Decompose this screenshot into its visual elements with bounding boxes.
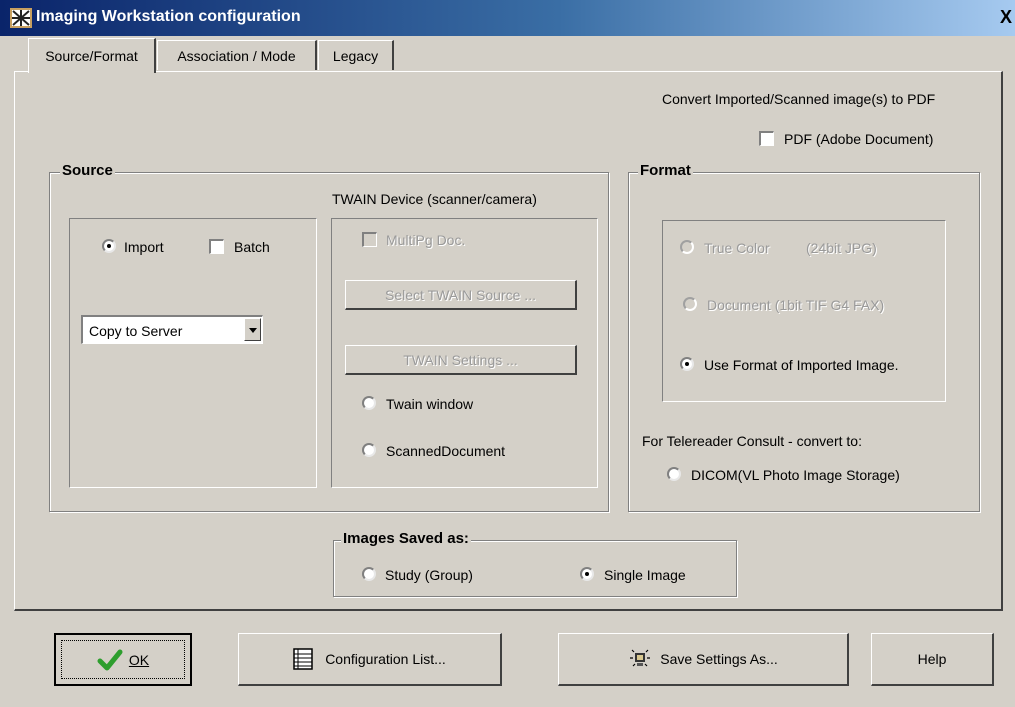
save-settings-icon — [628, 647, 652, 671]
close-button[interactable]: X — [997, 6, 1015, 28]
tab-legacy[interactable]: Legacy — [318, 40, 394, 70]
tab-association-mode[interactable]: Association / Mode — [157, 40, 317, 70]
document-radio[interactable] — [683, 297, 697, 311]
source-inner-panel — [69, 218, 317, 488]
document-label: Document (1bit TIF G4 FAX) — [707, 297, 885, 313]
format-legend: Format — [638, 162, 693, 179]
import-label: Import — [124, 239, 164, 255]
list-icon — [293, 648, 313, 670]
batch-checkbox[interactable] — [209, 239, 224, 254]
batch-label: Batch — [234, 239, 270, 255]
dicom-radio[interactable] — [667, 467, 681, 481]
scanned-document-label: ScannedDocument — [386, 443, 506, 459]
study-group-radio[interactable] — [362, 567, 376, 581]
combo-value: Copy to Server — [89, 323, 183, 339]
twain-settings-label: TWAIN Settings ... — [403, 351, 518, 368]
tab-label: Association / Mode — [177, 47, 296, 64]
true-color-detail: (24bit JPG) — [806, 240, 877, 256]
use-imported-format-label: Use Format of Imported Image. — [704, 357, 899, 373]
app-icon — [10, 8, 32, 28]
pdf-heading: Convert Imported/Scanned image(s) to PDF — [662, 91, 936, 107]
telereader-heading: For Telereader Consult - convert to: — [642, 433, 862, 449]
source-legend: Source — [60, 162, 115, 179]
tab-label: Source/Format — [45, 48, 138, 64]
copy-to-server-select[interactable]: Copy to Server — [81, 315, 263, 344]
twain-settings-button[interactable]: TWAIN Settings ... — [345, 345, 577, 375]
scanned-document-radio[interactable] — [362, 443, 376, 457]
import-radio[interactable] — [102, 239, 116, 253]
configuration-list-label: Configuration List... — [325, 651, 446, 667]
twain-heading: TWAIN Device (scanner/camera) — [332, 191, 537, 207]
save-settings-label: Save Settings As... — [660, 651, 778, 667]
pdf-checkbox[interactable] — [759, 131, 774, 146]
save-settings-as-button[interactable]: Save Settings As... — [558, 633, 849, 686]
help-label: Help — [917, 651, 947, 667]
twain-window-radio[interactable] — [362, 396, 376, 410]
single-image-label: Single Image — [604, 567, 686, 583]
chevron-down-icon[interactable] — [244, 318, 261, 341]
tab-source-format[interactable]: Source/Format — [28, 38, 156, 73]
study-group-label: Study (Group) — [385, 567, 473, 583]
select-twain-source-label: Select TWAIN Source ... — [385, 286, 536, 303]
tab-label: Legacy — [332, 47, 379, 64]
pdf-checkbox-label: PDF (Adobe Document) — [784, 131, 934, 147]
single-image-radio[interactable] — [580, 567, 594, 581]
multipage-checkbox[interactable] — [362, 232, 377, 247]
true-color-radio[interactable] — [680, 240, 694, 254]
true-color-label: True Color — [704, 240, 770, 256]
window-title: Imaging Workstation configuration — [36, 8, 301, 25]
dicom-label: DICOM(VL Photo Image Storage) — [691, 467, 900, 483]
images-saved-as-legend: Images Saved as: — [341, 530, 471, 547]
use-imported-format-radio[interactable] — [680, 357, 694, 371]
title-bar[interactable]: Imaging Workstation configuration X — [0, 0, 1015, 36]
select-twain-source-button[interactable]: Select TWAIN Source ... — [345, 280, 577, 310]
twain-window-label: Twain window — [386, 396, 474, 412]
help-button[interactable]: Help — [871, 633, 994, 686]
configuration-list-button[interactable]: Configuration List... — [238, 633, 502, 686]
ok-button[interactable]: OK — [54, 633, 192, 686]
multipage-label: MultiPg Doc. — [386, 232, 466, 248]
